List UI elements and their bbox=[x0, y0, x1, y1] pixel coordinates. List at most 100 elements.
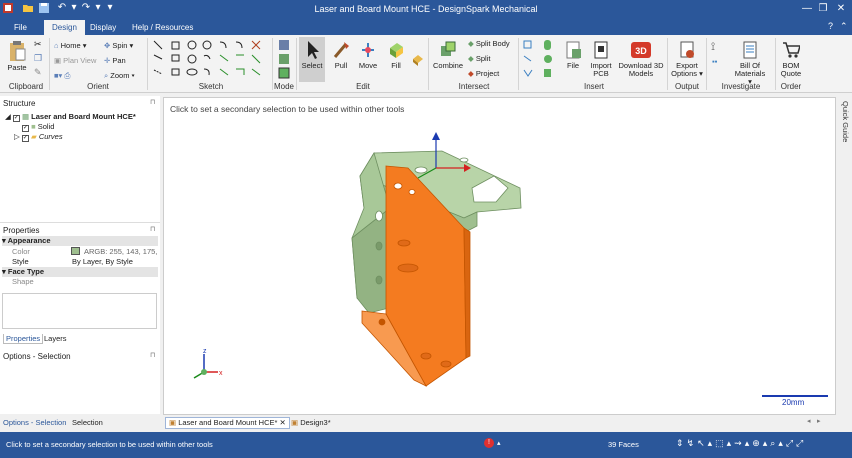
checkbox-icon[interactable]: ✓ bbox=[12, 115, 20, 122]
model-canvas[interactable] bbox=[164, 98, 837, 416]
order-group-label: Order bbox=[780, 82, 802, 91]
window-title: Laser and Board Mount HCE - DesignSpark … bbox=[314, 4, 538, 14]
mode-buttons[interactable] bbox=[278, 39, 290, 81]
sketch-group-label: Sketch bbox=[198, 82, 224, 91]
combine-button[interactable]: Combine bbox=[432, 40, 464, 70]
tab-scroll-left-icon[interactable]: ◂ bbox=[807, 417, 811, 425]
pull-label: Pull bbox=[334, 61, 348, 70]
color-row[interactable]: Color ARGB: 255, 143, 175, ... bbox=[2, 247, 158, 257]
checkbox-icon[interactable]: ✓ bbox=[21, 135, 29, 142]
checkbox-icon[interactable]: ✓ bbox=[22, 125, 29, 132]
face-type-section[interactable]: ▾ Face Type bbox=[2, 267, 158, 277]
collapse-icon[interactable]: ◢ bbox=[5, 112, 11, 121]
quick-guide-panel[interactable]: Quick Guide bbox=[837, 97, 852, 415]
export-label-2: Options bbox=[671, 69, 697, 78]
import-pcb-button[interactable]: Import PCB bbox=[588, 40, 614, 78]
style-row[interactable]: Style By Layer, By Style bbox=[2, 257, 158, 267]
home-button[interactable]: ⌂ Home ▾ bbox=[54, 41, 87, 50]
investigate-group-label: Investigate bbox=[721, 82, 761, 91]
paste-button[interactable]: Paste bbox=[5, 40, 29, 72]
insert-file-button[interactable]: File bbox=[562, 40, 584, 70]
help-icon[interactable]: ? bbox=[828, 21, 833, 31]
structure-header: Structure bbox=[3, 99, 36, 108]
restore-icon[interactable]: ❐ bbox=[816, 2, 830, 16]
options-pin-icon[interactable]: ⊓ bbox=[150, 351, 155, 359]
investigate-small-tools[interactable]: ▪▪ bbox=[712, 57, 717, 66]
move-label: Move bbox=[358, 61, 378, 70]
ribbon-tab-bar: File Design Display Help / Resources ? ⌃ bbox=[0, 18, 852, 35]
tab-design[interactable]: Design bbox=[44, 20, 85, 35]
close-tab-icon[interactable]: ✕ bbox=[280, 418, 286, 427]
3d-viewport[interactable]: Click to set a secondary selection to be… bbox=[163, 97, 836, 415]
orient-group-label: Orient bbox=[87, 82, 109, 91]
move-button[interactable]: Move bbox=[356, 40, 380, 70]
error-menu-icon[interactable]: ▴ bbox=[497, 439, 501, 447]
tab-selection[interactable]: Selection bbox=[72, 418, 103, 427]
fill-label: Fill bbox=[391, 61, 401, 70]
separator bbox=[518, 38, 519, 90]
measure-icon[interactable]: ⟟ bbox=[711, 41, 715, 54]
edit-extra-icon[interactable] bbox=[411, 53, 425, 69]
split-body-button[interactable]: ◆ Split Body bbox=[468, 39, 510, 48]
tab-properties[interactable]: Properties bbox=[3, 334, 44, 344]
status-bar: Click to set a secondary selection to be… bbox=[0, 432, 852, 458]
bom-quote-label-2: Quote bbox=[780, 69, 802, 78]
separator bbox=[296, 38, 297, 90]
view-cube-button[interactable]: ■▾ ⎙ bbox=[54, 71, 70, 81]
tree-root-item[interactable]: ◢ ✓ ▦ Laser and Board Mount HCE* bbox=[5, 112, 136, 122]
import-pcb-label-2: PCB bbox=[593, 69, 609, 78]
tab-layers[interactable]: Layers bbox=[44, 334, 67, 343]
doc-tab-design3[interactable]: ▣ Design3* bbox=[291, 418, 331, 427]
tree-item-curves[interactable]: ▷ ✓ ▰ Curves bbox=[14, 132, 63, 142]
ribbon-collapse-icon[interactable]: ⌃ bbox=[840, 21, 848, 32]
properties-header: Properties bbox=[3, 226, 40, 235]
structure-pin-icon[interactable]: ⊓ bbox=[150, 98, 155, 106]
plan-view-button[interactable]: ▣ Plan View bbox=[54, 56, 96, 65]
ribbon: Paste ✂ ❐ ✎ Clipboard ⌂ Home ▾ ▣ Plan Vi… bbox=[0, 35, 852, 93]
download-3d-models-button[interactable]: 3D Download 3D Models bbox=[618, 40, 664, 78]
fill-button[interactable]: Fill bbox=[384, 40, 408, 70]
pan-button[interactable]: ✛ Pan bbox=[104, 56, 126, 65]
shape-row[interactable]: Shape bbox=[2, 277, 158, 287]
tab-file[interactable]: File bbox=[6, 20, 35, 35]
pull-button[interactable]: Pull bbox=[329, 40, 353, 70]
zoom-button[interactable]: ⌕ Zoom ▾ bbox=[104, 71, 135, 81]
properties-pin-icon[interactable]: ⊓ bbox=[150, 225, 155, 233]
cut-icon[interactable]: ✂ bbox=[34, 39, 42, 50]
bill-of-materials-button[interactable]: Bill Of Materials ▾ bbox=[732, 40, 768, 86]
appearance-section[interactable]: ▾ Appearance bbox=[2, 236, 158, 246]
svg-text:x: x bbox=[219, 370, 223, 377]
format-painter-icon[interactable]: ✎ bbox=[34, 67, 42, 78]
close-icon[interactable]: ✕ bbox=[834, 2, 848, 16]
spin-button[interactable]: ✥ Spin ▾ bbox=[104, 41, 133, 50]
copy-icon[interactable]: ❐ bbox=[34, 53, 42, 64]
download-3d-label-2: Models bbox=[628, 69, 654, 78]
quick-guide-label: Quick Guide bbox=[841, 101, 850, 143]
tab-help-resources[interactable]: Help / Resources bbox=[124, 20, 201, 35]
select-label: Select bbox=[301, 61, 323, 70]
scale-bar bbox=[762, 395, 828, 397]
project-button[interactable]: ◆ Project bbox=[468, 69, 499, 78]
error-icon[interactable]: ! bbox=[484, 438, 494, 448]
tree-item-solid[interactable]: ✓ ■ Solid bbox=[22, 122, 54, 132]
paste-label: Paste bbox=[7, 63, 27, 72]
split-button[interactable]: ◆ Split bbox=[468, 54, 490, 63]
edit-group-label: Edit bbox=[356, 82, 370, 91]
document-tabs: ▣ Laser and Board Mount HCE* ✕ ▣ Design3… bbox=[163, 416, 852, 430]
status-message: Click to set a secondary selection to be… bbox=[6, 440, 213, 449]
tab-display[interactable]: Display bbox=[82, 20, 124, 35]
insert-small-tools[interactable] bbox=[522, 39, 558, 79]
tab-options-selection[interactable]: Options - Selection bbox=[3, 418, 66, 427]
minimize-icon[interactable]: — bbox=[800, 2, 814, 16]
export-options-button[interactable]: Export Options ▾ bbox=[670, 40, 704, 78]
expand-icon[interactable]: ▷ bbox=[14, 132, 20, 141]
select-button[interactable]: Select bbox=[299, 37, 325, 82]
insert-file-label: File bbox=[566, 61, 580, 70]
tab-scroll-right-icon[interactable]: ▸ bbox=[817, 417, 821, 425]
bom-quote-button[interactable]: BOM Quote bbox=[778, 40, 804, 78]
selection-filter-tools[interactable]: ⇕↯↖▴⬚▴⇝▴⊕▴⌕▴⤢⤢ bbox=[676, 438, 806, 449]
separator bbox=[147, 38, 148, 90]
doc-tab-laser-board[interactable]: ▣ Laser and Board Mount HCE* ✕ bbox=[165, 417, 290, 429]
separator bbox=[428, 38, 429, 90]
output-group-label: Output bbox=[674, 82, 699, 91]
